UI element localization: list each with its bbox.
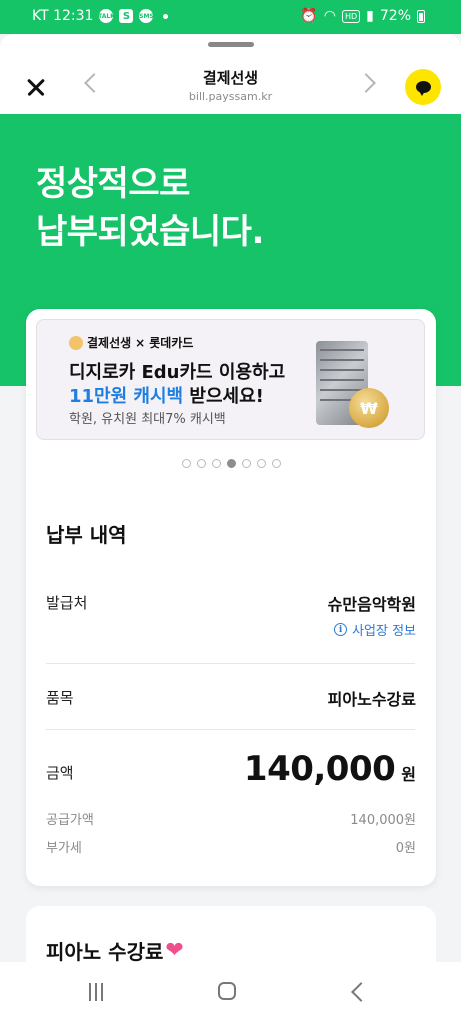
signal-icon: ▮ xyxy=(366,8,374,24)
brand-payssam: 결제선생 xyxy=(87,336,132,350)
business-info-label: 사업장 정보 xyxy=(352,624,416,639)
payssam-logo-icon xyxy=(69,335,83,350)
business-info-link[interactable]: i 사업장 정보 xyxy=(334,620,416,639)
battery-level: 72% xyxy=(379,8,411,24)
alarm-icon: ⏰ xyxy=(300,8,318,24)
browser-sheet-header: 결제선생 bill.payssam.kr xyxy=(0,34,461,114)
carousel-dot[interactable] xyxy=(226,459,236,468)
battery-icon xyxy=(417,9,425,23)
sheet-url: bill.payssam.kr xyxy=(188,90,273,103)
amount-unit: 원 xyxy=(401,765,416,784)
sms-notification-icon: SMS xyxy=(139,9,154,23)
supply-price-label: 공급가액 xyxy=(46,813,94,828)
more-notifications-dot-icon xyxy=(163,13,169,19)
item-value: 피아노수강료 xyxy=(327,690,416,709)
item-label: 품목 xyxy=(46,689,74,707)
kakaotalk-notification-icon: TALK xyxy=(98,9,115,23)
s-notification-icon: S xyxy=(119,9,134,23)
divider xyxy=(46,663,415,664)
hd-voice-icon: HD xyxy=(341,9,361,23)
payment-section-title: 납부 내역 xyxy=(46,523,127,547)
promo-banner[interactable]: 결제선생 × 롯데카드 디지로카 Edu카드 이용하고 11만원 캐시백 받으세… xyxy=(36,319,425,440)
success-message: 정상적으로 납부되었습니다. xyxy=(36,160,264,256)
carousel-dot[interactable] xyxy=(181,459,191,468)
divider xyxy=(46,729,415,730)
amount-value: 140,000 xyxy=(243,749,396,789)
issuer-label: 발급처 xyxy=(46,594,88,612)
success-message-line2: 납부되었습니다. xyxy=(36,212,264,252)
course-title: 피아노 수강료 ❤ xyxy=(46,936,184,965)
home-button[interactable] xyxy=(218,982,236,1000)
status-bar: KT 12:31 TALK S SMS ⏰ ◠ HD ▮ 72% xyxy=(0,0,461,34)
carrier-time: KT 12:31 xyxy=(32,8,94,24)
banner-subtext: 학원, 유치원 최대7% 캐시백 xyxy=(69,412,226,427)
banner-offer: 11만원 캐시백 받으세요! xyxy=(69,382,264,408)
wifi-icon: ◠ xyxy=(323,8,336,24)
supply-price-value: 140,000원 xyxy=(350,813,416,828)
carousel-dot[interactable] xyxy=(256,459,266,468)
forward-arrow-button[interactable] xyxy=(356,73,376,93)
won-coin-icon: ₩ xyxy=(349,388,389,428)
status-left: KT 12:31 TALK S SMS xyxy=(32,8,169,24)
carousel-dot[interactable] xyxy=(196,459,206,468)
carousel-dot[interactable] xyxy=(241,459,251,468)
recent-apps-icon-bar xyxy=(95,983,97,1001)
heart-icon: ❤ xyxy=(165,938,184,963)
banner-headline: 디지로카 Edu카드 이용하고 xyxy=(69,362,286,383)
drag-handle[interactable] xyxy=(208,42,254,47)
carousel-indicator xyxy=(26,459,436,468)
info-icon: i xyxy=(334,623,348,636)
success-message-line1: 정상적으로 xyxy=(36,164,190,204)
recent-apps-icon-bar xyxy=(89,983,91,1001)
amount-label: 금액 xyxy=(46,764,74,782)
carousel-dot[interactable] xyxy=(211,459,221,468)
banner-brand-row: 결제선생 × 롯데카드 xyxy=(69,334,193,351)
banner-cashback-highlight: 11만원 캐시백 xyxy=(69,386,184,407)
recent-apps-button[interactable] xyxy=(89,983,103,1001)
brand-lottecard: 롯데카드 xyxy=(149,336,194,350)
issuer-value: 슈만음악학원 xyxy=(327,595,416,614)
recent-apps-icon-bar xyxy=(101,983,103,1001)
payment-card: 결제선생 × 롯데카드 디지로카 Edu카드 이용하고 11만원 캐시백 받으세… xyxy=(26,309,436,886)
sheet-title: 결제선생 xyxy=(202,69,259,87)
carousel-dot[interactable] xyxy=(271,459,281,468)
chat-bubble-icon xyxy=(415,81,431,96)
amount-display: 140,000 원 xyxy=(244,749,416,789)
vat-value: 0원 xyxy=(395,841,416,856)
kakaotalk-share-button[interactable] xyxy=(405,69,441,105)
back-button[interactable] xyxy=(351,982,371,1002)
chevron-right-icon xyxy=(356,73,376,93)
brand-separator: × xyxy=(135,335,146,350)
android-nav-bar xyxy=(0,962,461,1024)
status-right: ⏰ ◠ HD ▮ 72% xyxy=(300,8,425,24)
vat-label: 부가세 xyxy=(46,841,82,856)
banner-offer-rest: 받으세요! xyxy=(183,386,264,407)
course-title-text: 피아노 수강료 xyxy=(46,940,164,964)
